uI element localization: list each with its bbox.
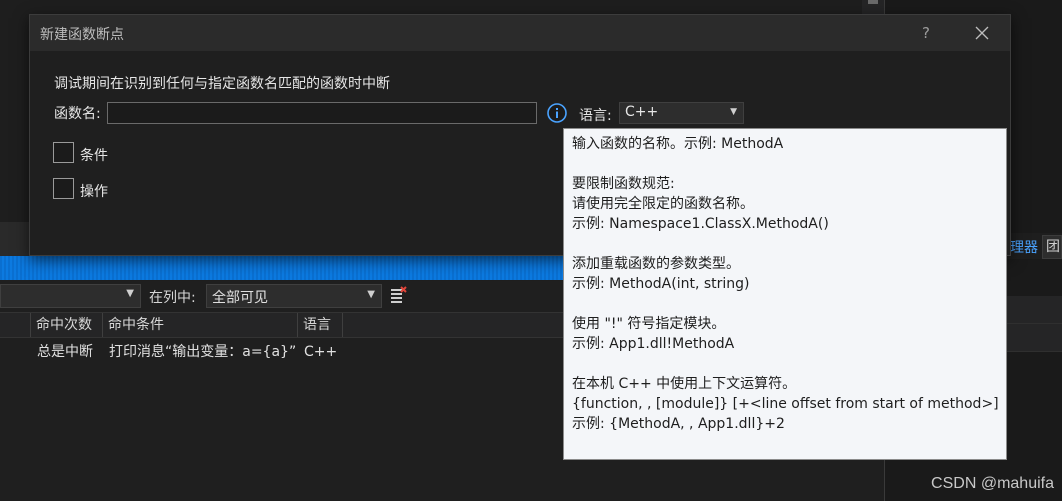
chevron-down-icon: ▼ [730, 107, 737, 117]
language-label: 语言: [579, 108, 612, 124]
tooltip-line: 使用 "!" 符号指定模块。 [572, 316, 726, 332]
action-label[interactable]: 操作 [80, 181, 108, 201]
tooltip-spacer [572, 234, 998, 254]
tooltip-line: 示例: App1.dll!MethodA [572, 336, 735, 352]
tooltip-line: 请使用完全限定的函数名称。 [572, 196, 754, 212]
column-header-hit-condition[interactable]: 命中条件 [103, 313, 298, 337]
tooltip-line: 输入函数的名称。示例: MethodA [572, 136, 784, 152]
language-select[interactable]: C++ ▼ [619, 102, 744, 124]
language-select-value: C++ [625, 104, 659, 120]
scrollbar-thumb[interactable] [868, 0, 878, 4]
function-name-input[interactable] [107, 102, 537, 124]
column-header-blank[interactable] [0, 313, 31, 337]
condition-label[interactable]: 条件 [80, 145, 108, 165]
clear-filter-icon[interactable] [390, 286, 408, 304]
tooltip-line: {function, , [module]} [+<line offset fr… [572, 396, 999, 412]
in-column-label: 在列中: [149, 290, 196, 306]
dialog-title: 新建函数断点 [40, 27, 124, 43]
function-name-label: 函数名: [54, 106, 101, 122]
chevron-down-icon: ▼ [126, 288, 134, 299]
tooltip-line: 要限制函数规范: [572, 176, 675, 192]
tab-team-label: 团 [1046, 239, 1060, 255]
column-header-language[interactable]: 语言 [298, 313, 343, 337]
tooltip-spacer [572, 294, 998, 314]
function-name-tooltip: 输入函数的名称。示例: MethodA 要限制函数规范: 请使用完全限定的函数名… [563, 128, 1007, 460]
watermark: CSDN @mahuifa [931, 475, 1054, 492]
column-filter-combo[interactable]: 全部可见 ▼ [206, 284, 382, 308]
column-filter-value: 全部可见 [212, 290, 268, 306]
cell-hit-count: 总是中断 [37, 344, 93, 360]
tooltip-line: 在本机 C++ 中使用上下文运算符。 [572, 376, 797, 392]
info-icon[interactable] [547, 103, 567, 123]
dialog-titlebar[interactable]: 新建函数断点 ? [30, 15, 1010, 51]
dialog-description: 调试期间在识别到任何与指定函数名匹配的函数时中断 [54, 76, 390, 92]
search-scope-combo[interactable]: ▼ [0, 284, 141, 308]
chevron-down-icon: ▼ [367, 289, 375, 300]
tooltip-line: 添加重载函数的参数类型。 [572, 256, 740, 272]
tooltip-spacer [572, 154, 998, 174]
condition-checkbox[interactable] [53, 142, 74, 163]
tooltip-spacer [572, 354, 998, 374]
tab-team[interactable]: 团 [1042, 235, 1062, 259]
column-header-hit-count[interactable]: 命中次数 [31, 313, 103, 337]
tab-solution-explorer[interactable]: 理器 [1010, 237, 1038, 257]
tooltip-line: 示例: MethodA(int, string) [572, 276, 750, 292]
cell-hit-condition: 打印消息“输出变量：a={a}” [109, 344, 297, 360]
close-icon[interactable] [964, 15, 1000, 51]
tooltip-line: 示例: Namespace1.ClassX.MethodA() [572, 216, 829, 232]
help-button[interactable]: ? [908, 15, 944, 51]
cell-language: C++ [304, 344, 338, 360]
tooltip-line: 示例: {MethodA, , App1.dll}+2 [572, 416, 785, 432]
action-checkbox[interactable] [53, 178, 74, 199]
